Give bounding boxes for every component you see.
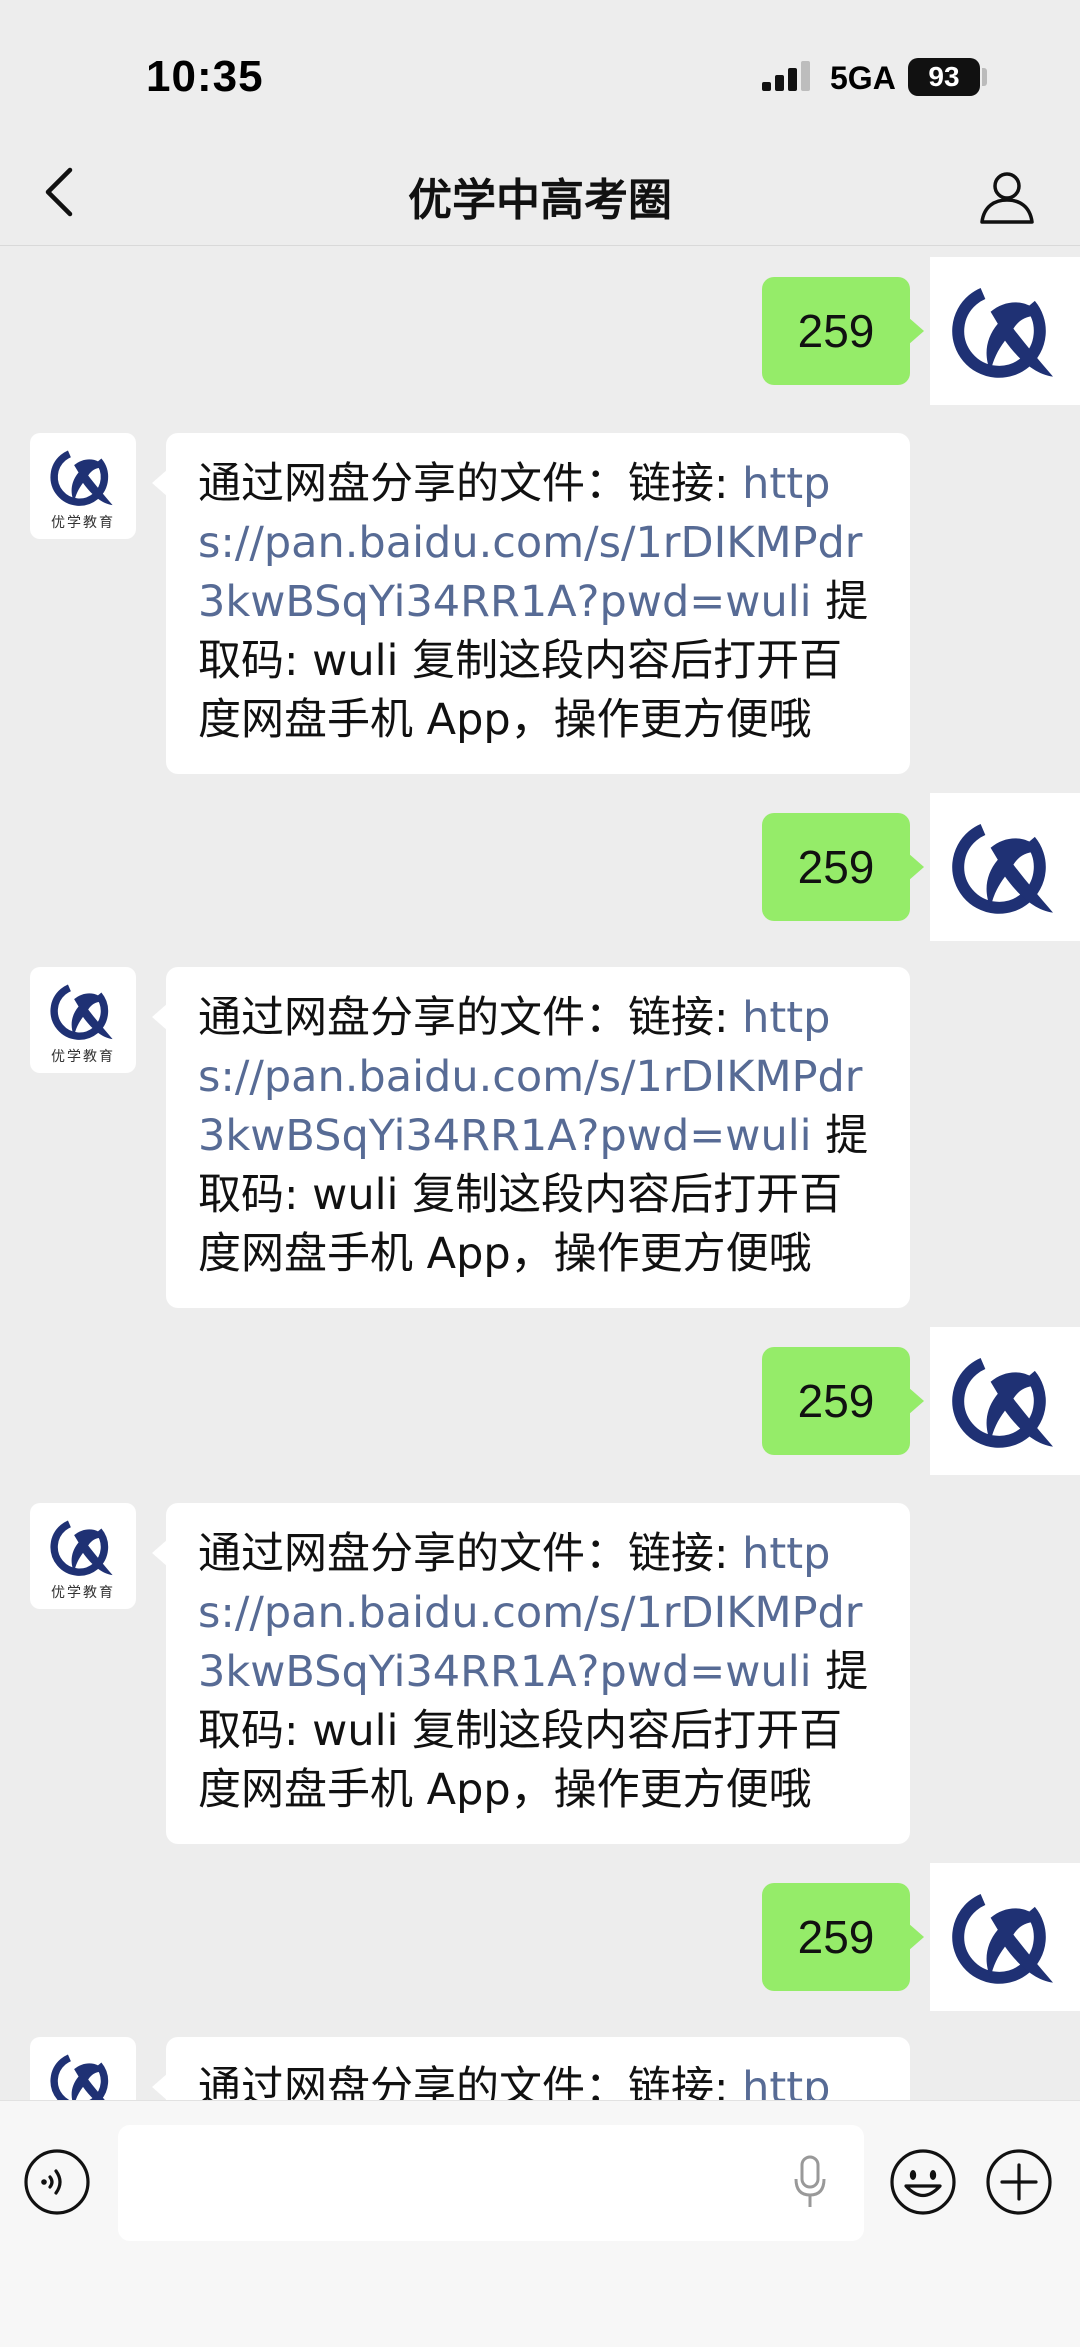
emoji-icon[interactable] [888,2147,958,2217]
network-label: 5GA [830,60,896,96]
message-row: 优学教育 通过网盘分享的文件：链接: https://pan.baidu.com… [0,433,1080,783]
plus-icon[interactable] [984,2147,1054,2217]
voice-icon[interactable] [22,2147,92,2217]
avatar-caption: 优学教育 [51,515,115,531]
sender-avatar[interactable]: 优学教育 [30,2037,136,2100]
message-text: 通过网盘分享的文件：链接: [198,1529,743,1579]
message-text: 259 [797,1375,875,1427]
logo-icon [50,1518,113,1576]
logo-icon [952,284,1053,378]
sent-message-bubble[interactable]: 259 [762,813,924,921]
microphone-icon[interactable] [788,2151,832,2215]
chat-header: 优学中高考圈 [0,140,1080,246]
message-row: 优学教育 通过网盘分享的文件：链接: https://pan.baidu.com… [0,1503,1080,1853]
page-title: 优学中高考圈 [408,175,672,226]
status-bar: 10:35 5GA 93 [0,0,1080,140]
signal-icon [762,61,810,91]
avatar-caption: 优学教育 [51,1585,115,1601]
message-row: 259 [0,1327,1080,1475]
battery-tip [982,68,987,86]
sent-message-bubble[interactable]: 259 [762,1347,924,1455]
message-text: 通过网盘分享的文件：链接: [198,993,743,1043]
logo-icon [952,1354,1053,1448]
message-list[interactable]: 259 优学教育 通过网盘分享的文件：链接: https://pan.baidu… [0,247,1080,2100]
received-message-bubble[interactable]: 通过网盘分享的文件：链接: http [152,2037,910,2100]
message-text: 259 [797,1911,875,1963]
received-message-bubble[interactable]: 通过网盘分享的文件：链接: https://pan.baidu.com/s/1r… [152,967,910,1308]
message-row: 259 [0,257,1080,405]
message-row: 优学教育 通过网盘分享的文件：链接: http [0,2037,1080,2100]
logo-icon [952,820,1053,914]
message-text: 通过网盘分享的文件：链接: [198,459,743,509]
logo-icon [50,982,113,1040]
logo-icon [50,2052,109,2100]
battery-indicator: 93 [908,58,980,96]
message-input[interactable] [118,2125,864,2241]
message-text: 通过网盘分享的文件：链接: [198,2063,743,2100]
sender-avatar[interactable]: 优学教育 [30,433,136,539]
avatar-caption: 优学教育 [51,1049,115,1065]
my-avatar[interactable] [930,257,1080,405]
message-row: 259 [0,1863,1080,2011]
message-row: 259 [0,793,1080,941]
logo-icon [50,448,113,506]
sender-avatar[interactable]: 优学教育 [30,1503,136,1609]
person-icon [980,172,1034,224]
message-link[interactable]: http [742,2063,830,2100]
battery-level: 93 [928,61,960,92]
sender-avatar[interactable]: 优学教育 [30,967,136,1073]
status-time: 10:35 [146,52,264,101]
my-avatar[interactable] [930,793,1080,941]
logo-icon [952,1890,1053,1984]
input-bar [0,2100,1080,2347]
received-message-bubble[interactable]: 通过网盘分享的文件：链接: https://pan.baidu.com/s/1r… [152,1503,910,1844]
message-text: 259 [797,305,875,357]
received-message-bubble[interactable]: 通过网盘分享的文件：链接: https://pan.baidu.com/s/1r… [152,433,910,774]
my-avatar[interactable] [930,1863,1080,2011]
chat-info-button[interactable] [972,162,1042,232]
message-row: 优学教育 通过网盘分享的文件：链接: https://pan.baidu.com… [0,967,1080,1317]
sent-message-bubble[interactable]: 259 [762,1883,924,1991]
sent-message-bubble[interactable]: 259 [762,277,924,385]
my-avatar[interactable] [930,1327,1080,1475]
message-text: 259 [797,841,875,893]
